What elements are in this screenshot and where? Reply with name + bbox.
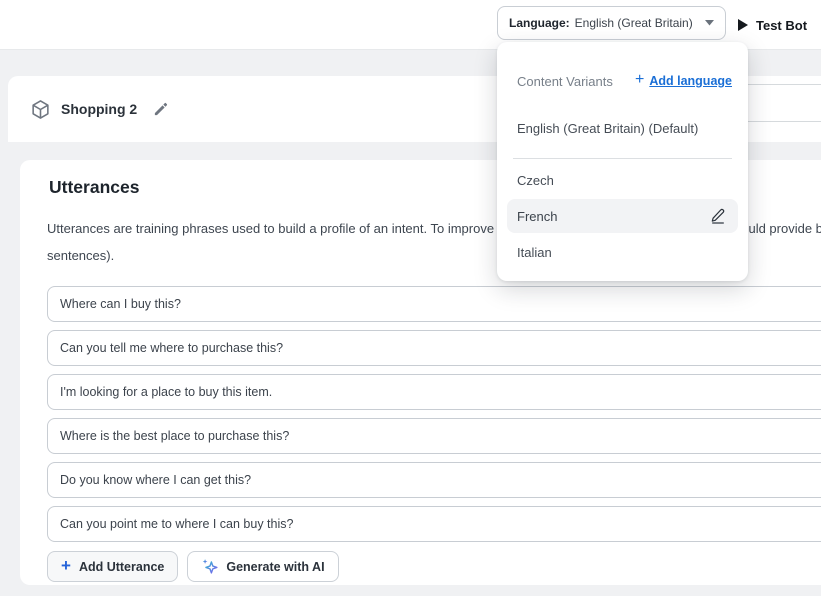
utterance-input-1[interactable]	[47, 286, 821, 322]
add-utterance-button[interactable]: + Add Utterance	[47, 551, 178, 582]
language-item-italian[interactable]: Italian	[517, 237, 552, 267]
language-item-default[interactable]: English (Great Britain) (Default)	[517, 113, 698, 143]
add-utterance-label: Add Utterance	[79, 560, 164, 574]
ai-sparkle-icon	[201, 558, 218, 575]
plus-icon: +	[635, 72, 644, 88]
utterance-list	[47, 286, 821, 542]
utterances-title: Utterances	[49, 177, 139, 198]
add-language-label: Add language	[649, 74, 732, 88]
utterance-input-2[interactable]	[47, 330, 821, 366]
test-bot-button[interactable]: Test Bot	[738, 0, 807, 50]
chevron-down-icon	[705, 20, 714, 26]
intent-title: Shopping 2	[61, 101, 137, 117]
utterance-input-3[interactable]	[47, 374, 821, 410]
dropdown-divider	[513, 158, 732, 159]
add-language-link[interactable]: + Add language	[635, 74, 732, 88]
cube-icon	[30, 99, 51, 120]
language-value: English (Great Britain)	[575, 16, 693, 30]
utterance-input-4[interactable]	[47, 418, 821, 454]
content-variants-label: Content Variants	[517, 74, 613, 89]
play-icon	[738, 19, 748, 31]
czech-label: Czech	[517, 173, 554, 188]
edit-intent-name-icon[interactable]	[153, 102, 168, 117]
default-language-label: English (Great Britain) (Default)	[517, 121, 698, 136]
content-variants-row: Content Variants + Add language	[517, 66, 732, 96]
language-dropdown-button[interactable]: Language: English (Great Britain)	[497, 6, 726, 40]
utterance-input-5[interactable]	[47, 462, 821, 498]
plus-icon: +	[61, 557, 71, 574]
generate-with-ai-button[interactable]: Generate with AI	[187, 551, 338, 582]
edit-language-icon[interactable]	[710, 208, 726, 224]
language-dropdown-panel: Content Variants + Add language English …	[497, 42, 748, 281]
utterance-input-6[interactable]	[47, 506, 821, 542]
generate-with-ai-label: Generate with AI	[226, 560, 324, 574]
utterance-actions: + Add Utterance Generate with AI	[47, 551, 339, 582]
french-label: French	[517, 209, 557, 224]
language-item-czech[interactable]: Czech	[517, 165, 554, 195]
language-label: Language:	[509, 16, 570, 30]
language-item-french[interactable]: French	[507, 199, 738, 233]
test-bot-label: Test Bot	[756, 18, 807, 33]
italian-label: Italian	[517, 245, 552, 260]
